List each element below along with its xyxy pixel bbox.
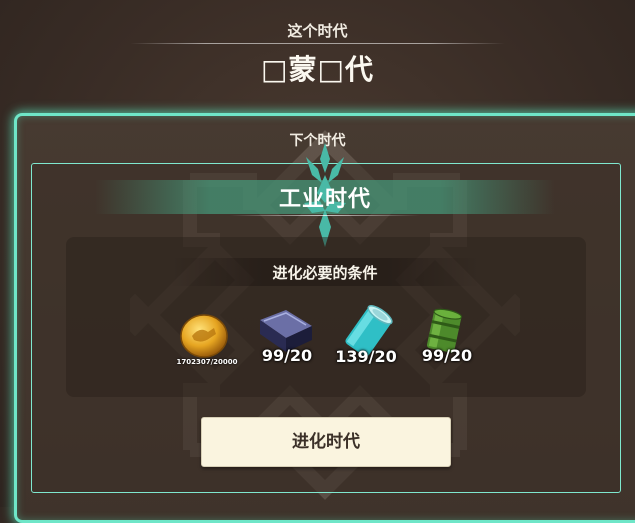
requirements-title: 进化必要的条件 xyxy=(272,264,378,282)
next-era-name: 工业时代 xyxy=(278,187,371,212)
requirement-count-canister: 139/20 xyxy=(335,347,397,366)
requirement-count-barrel: 99/20 xyxy=(421,346,473,365)
requirement-count-gold: 1702307/20000 xyxy=(176,358,238,366)
requirement-count-ingot: 99/20 xyxy=(261,346,313,365)
gold-coin-icon xyxy=(180,314,228,358)
current-era-divider xyxy=(130,43,505,44)
evolve-era-button[interactable]: 进化时代 xyxy=(201,417,451,467)
current-era-name: □蒙□代 xyxy=(261,53,374,86)
next-era-title-divider xyxy=(230,215,420,216)
current-era-header: 这个时代 □蒙□代 xyxy=(0,0,635,100)
current-era-label: 这个时代 xyxy=(287,22,348,40)
